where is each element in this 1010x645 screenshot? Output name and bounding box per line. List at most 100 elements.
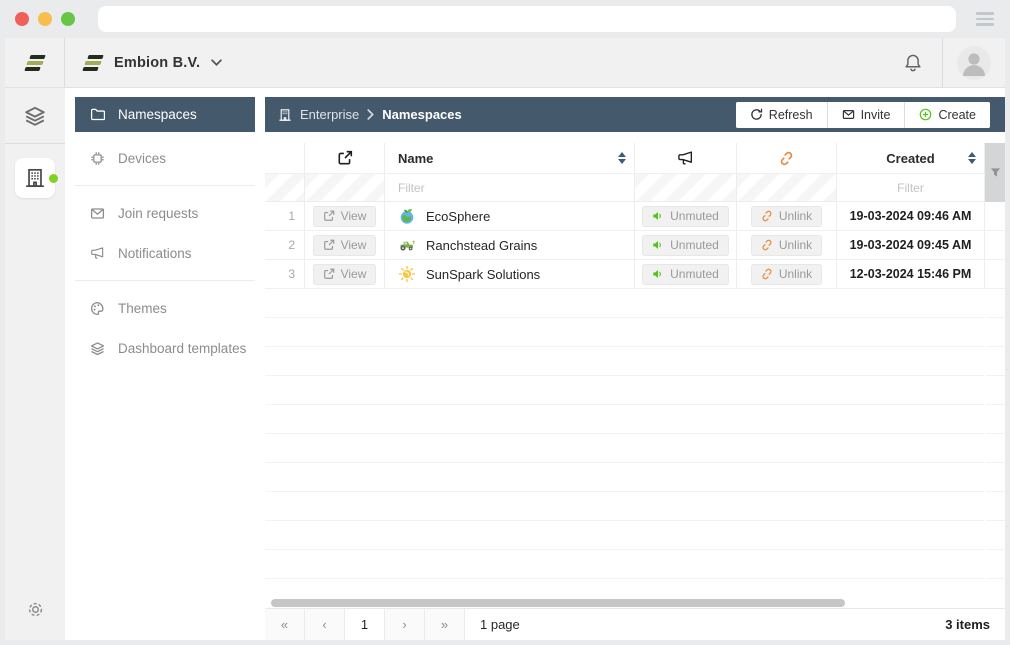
- envelope-icon: [90, 206, 105, 221]
- sidebar-item-label: Devices: [118, 151, 166, 166]
- app-header: Embion B.V.: [5, 38, 1005, 88]
- items-count-label: 3 items: [945, 617, 990, 632]
- external-link-icon: [323, 210, 335, 222]
- org-switcher[interactable]: Embion B.V.: [65, 38, 222, 87]
- view-button[interactable]: View: [313, 264, 377, 285]
- minimize-window-button[interactable]: [38, 12, 52, 26]
- header-row-number: [265, 143, 305, 173]
- header-muted-column[interactable]: [635, 143, 737, 173]
- chevron-down-icon: [211, 59, 222, 66]
- create-button[interactable]: Create: [904, 102, 990, 128]
- namespace-name: EcoSphere: [398, 207, 490, 225]
- namespaces-table: Name Created: [265, 143, 1005, 640]
- close-window-button[interactable]: [15, 12, 29, 26]
- table-row: 1 View EcoSphere: [265, 202, 1005, 231]
- view-button[interactable]: View: [313, 206, 377, 227]
- empty-rows: [265, 289, 1005, 598]
- name-filter-input[interactable]: [398, 174, 634, 201]
- sidebar-item-join-requests[interactable]: Join requests: [75, 199, 255, 227]
- header-name-column[interactable]: Name: [385, 143, 635, 173]
- sort-icon[interactable]: [968, 152, 976, 164]
- page-count-label: 1 page: [480, 617, 520, 632]
- building-icon: [278, 108, 292, 122]
- breadcrumb-namespaces: Namespaces: [382, 107, 462, 122]
- horizontal-scrollbar[interactable]: [265, 598, 1005, 608]
- folder-icon: [90, 107, 105, 122]
- namespace-name: Ranchstead Grains: [398, 236, 537, 254]
- unmuted-button[interactable]: Unmuted: [642, 264, 729, 285]
- user-avatar: [957, 46, 991, 80]
- envelope-icon: [842, 108, 855, 121]
- view-button[interactable]: View: [313, 235, 377, 256]
- prev-page-button[interactable]: ‹: [305, 609, 345, 640]
- rail-item-enterprise[interactable]: [15, 158, 55, 198]
- hamburger-icon[interactable]: [976, 12, 994, 26]
- first-page-button[interactable]: «: [265, 609, 305, 640]
- table-row: 3 View SunSpark Solutions: [265, 260, 1005, 289]
- building-icon: [24, 167, 46, 189]
- created-date: 12-03-2024 15:46 PM: [850, 267, 972, 281]
- layers-icon: [24, 105, 46, 127]
- created-date: 19-03-2024 09:46 AM: [850, 209, 972, 223]
- megaphone-icon: [677, 150, 694, 167]
- unlink-button[interactable]: Unlink: [751, 264, 822, 285]
- broken-link-icon: [761, 239, 773, 251]
- palette-icon: [90, 301, 105, 316]
- broken-link-icon: [761, 268, 773, 280]
- sidebar-menu: Namespaces Devices Join requests Notific…: [65, 88, 265, 640]
- row-number: 1: [288, 209, 295, 223]
- unlink-button[interactable]: Unlink: [751, 206, 822, 227]
- last-page-button[interactable]: »: [425, 609, 465, 640]
- address-bar[interactable]: [98, 6, 956, 32]
- namespace-name: SunSpark Solutions: [398, 265, 540, 283]
- notifications-bell-button[interactable]: [884, 38, 942, 87]
- filter-disabled-cell: [737, 174, 837, 201]
- bell-icon: [903, 53, 923, 73]
- unmuted-button[interactable]: Unmuted: [642, 235, 729, 256]
- table-filter-row: [265, 174, 1005, 202]
- filter-created-cell: [837, 174, 985, 201]
- zoom-window-button[interactable]: [61, 12, 75, 26]
- refresh-button[interactable]: Refresh: [736, 102, 827, 128]
- embion-logo-icon: [83, 55, 103, 71]
- breadcrumb-enterprise[interactable]: Enterprise: [300, 107, 359, 122]
- chevron-right-icon: [367, 109, 374, 120]
- megaphone-icon: [90, 246, 105, 261]
- sidebar-divider: [75, 185, 255, 186]
- sidebar-item-label: Dashboard templates: [118, 341, 246, 356]
- sidebar-item-themes[interactable]: Themes: [75, 294, 255, 322]
- breadcrumb: Enterprise Namespaces: [278, 107, 462, 122]
- settings-button[interactable]: [26, 600, 45, 624]
- filter-disabled-cell: [265, 174, 305, 201]
- header-view-column[interactable]: [305, 143, 385, 173]
- table-row: 2 View Ranchstead Grains: [265, 231, 1005, 260]
- unmuted-button[interactable]: Unmuted: [642, 206, 729, 227]
- filter-disabled-cell: [305, 174, 385, 201]
- sidebar-item-label: Notifications: [118, 246, 192, 261]
- chip-icon: [90, 151, 105, 166]
- sort-icon[interactable]: [618, 152, 626, 164]
- app-window: Embion B.V.: [5, 38, 1005, 640]
- filter-corner[interactable]: [985, 143, 1005, 202]
- sidebar-item-notifications[interactable]: Notifications: [75, 239, 255, 267]
- speaker-icon: [652, 268, 664, 280]
- sidebar-item-dashboard-templates[interactable]: Dashboard templates: [75, 334, 255, 362]
- breadcrumb-bar: Enterprise Namespaces Refresh Invite: [265, 97, 1005, 132]
- left-rail: [5, 88, 65, 640]
- scrollbar-thumb[interactable]: [271, 599, 845, 607]
- current-page-button[interactable]: 1: [345, 609, 385, 640]
- created-date: 19-03-2024 09:45 AM: [850, 238, 972, 252]
- created-filter-input[interactable]: [837, 174, 984, 201]
- sidebar-item-devices[interactable]: Devices: [75, 144, 255, 172]
- unlink-button[interactable]: Unlink: [751, 235, 822, 256]
- rail-logo-area[interactable]: [5, 38, 65, 87]
- header-created-column[interactable]: Created: [837, 143, 985, 173]
- user-menu[interactable]: [943, 38, 1005, 87]
- sidebar-item-namespaces[interactable]: Namespaces: [75, 97, 255, 132]
- invite-button[interactable]: Invite: [827, 102, 905, 128]
- next-page-button[interactable]: ›: [385, 609, 425, 640]
- rail-item-dashboards[interactable]: [5, 88, 65, 144]
- sidebar-divider: [75, 280, 255, 281]
- header-link-column[interactable]: [737, 143, 837, 173]
- ecosphere-globe-icon: [398, 207, 416, 225]
